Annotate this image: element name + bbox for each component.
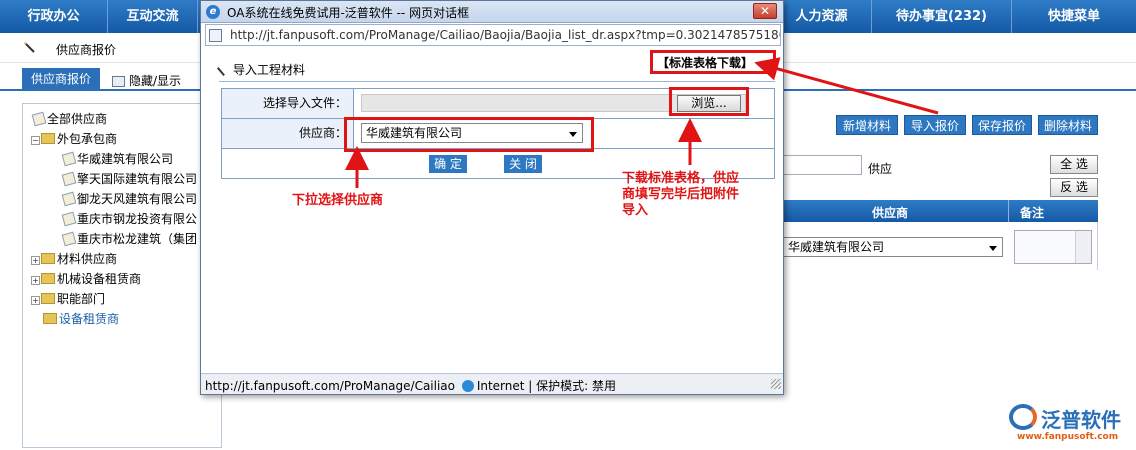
- arrow-to-download: [754, 57, 939, 115]
- annotation-arrows: [345, 57, 939, 188]
- annotation-download-hint-line2: 商填写完毕后把附件: [622, 187, 740, 202]
- annotation-download-hint-line3: 导入: [622, 203, 649, 218]
- annotation-download-hint-line1: 下载标准表格，供应: [622, 171, 740, 186]
- annotation-select-supplier: 下拉选择供应商: [292, 193, 384, 208]
